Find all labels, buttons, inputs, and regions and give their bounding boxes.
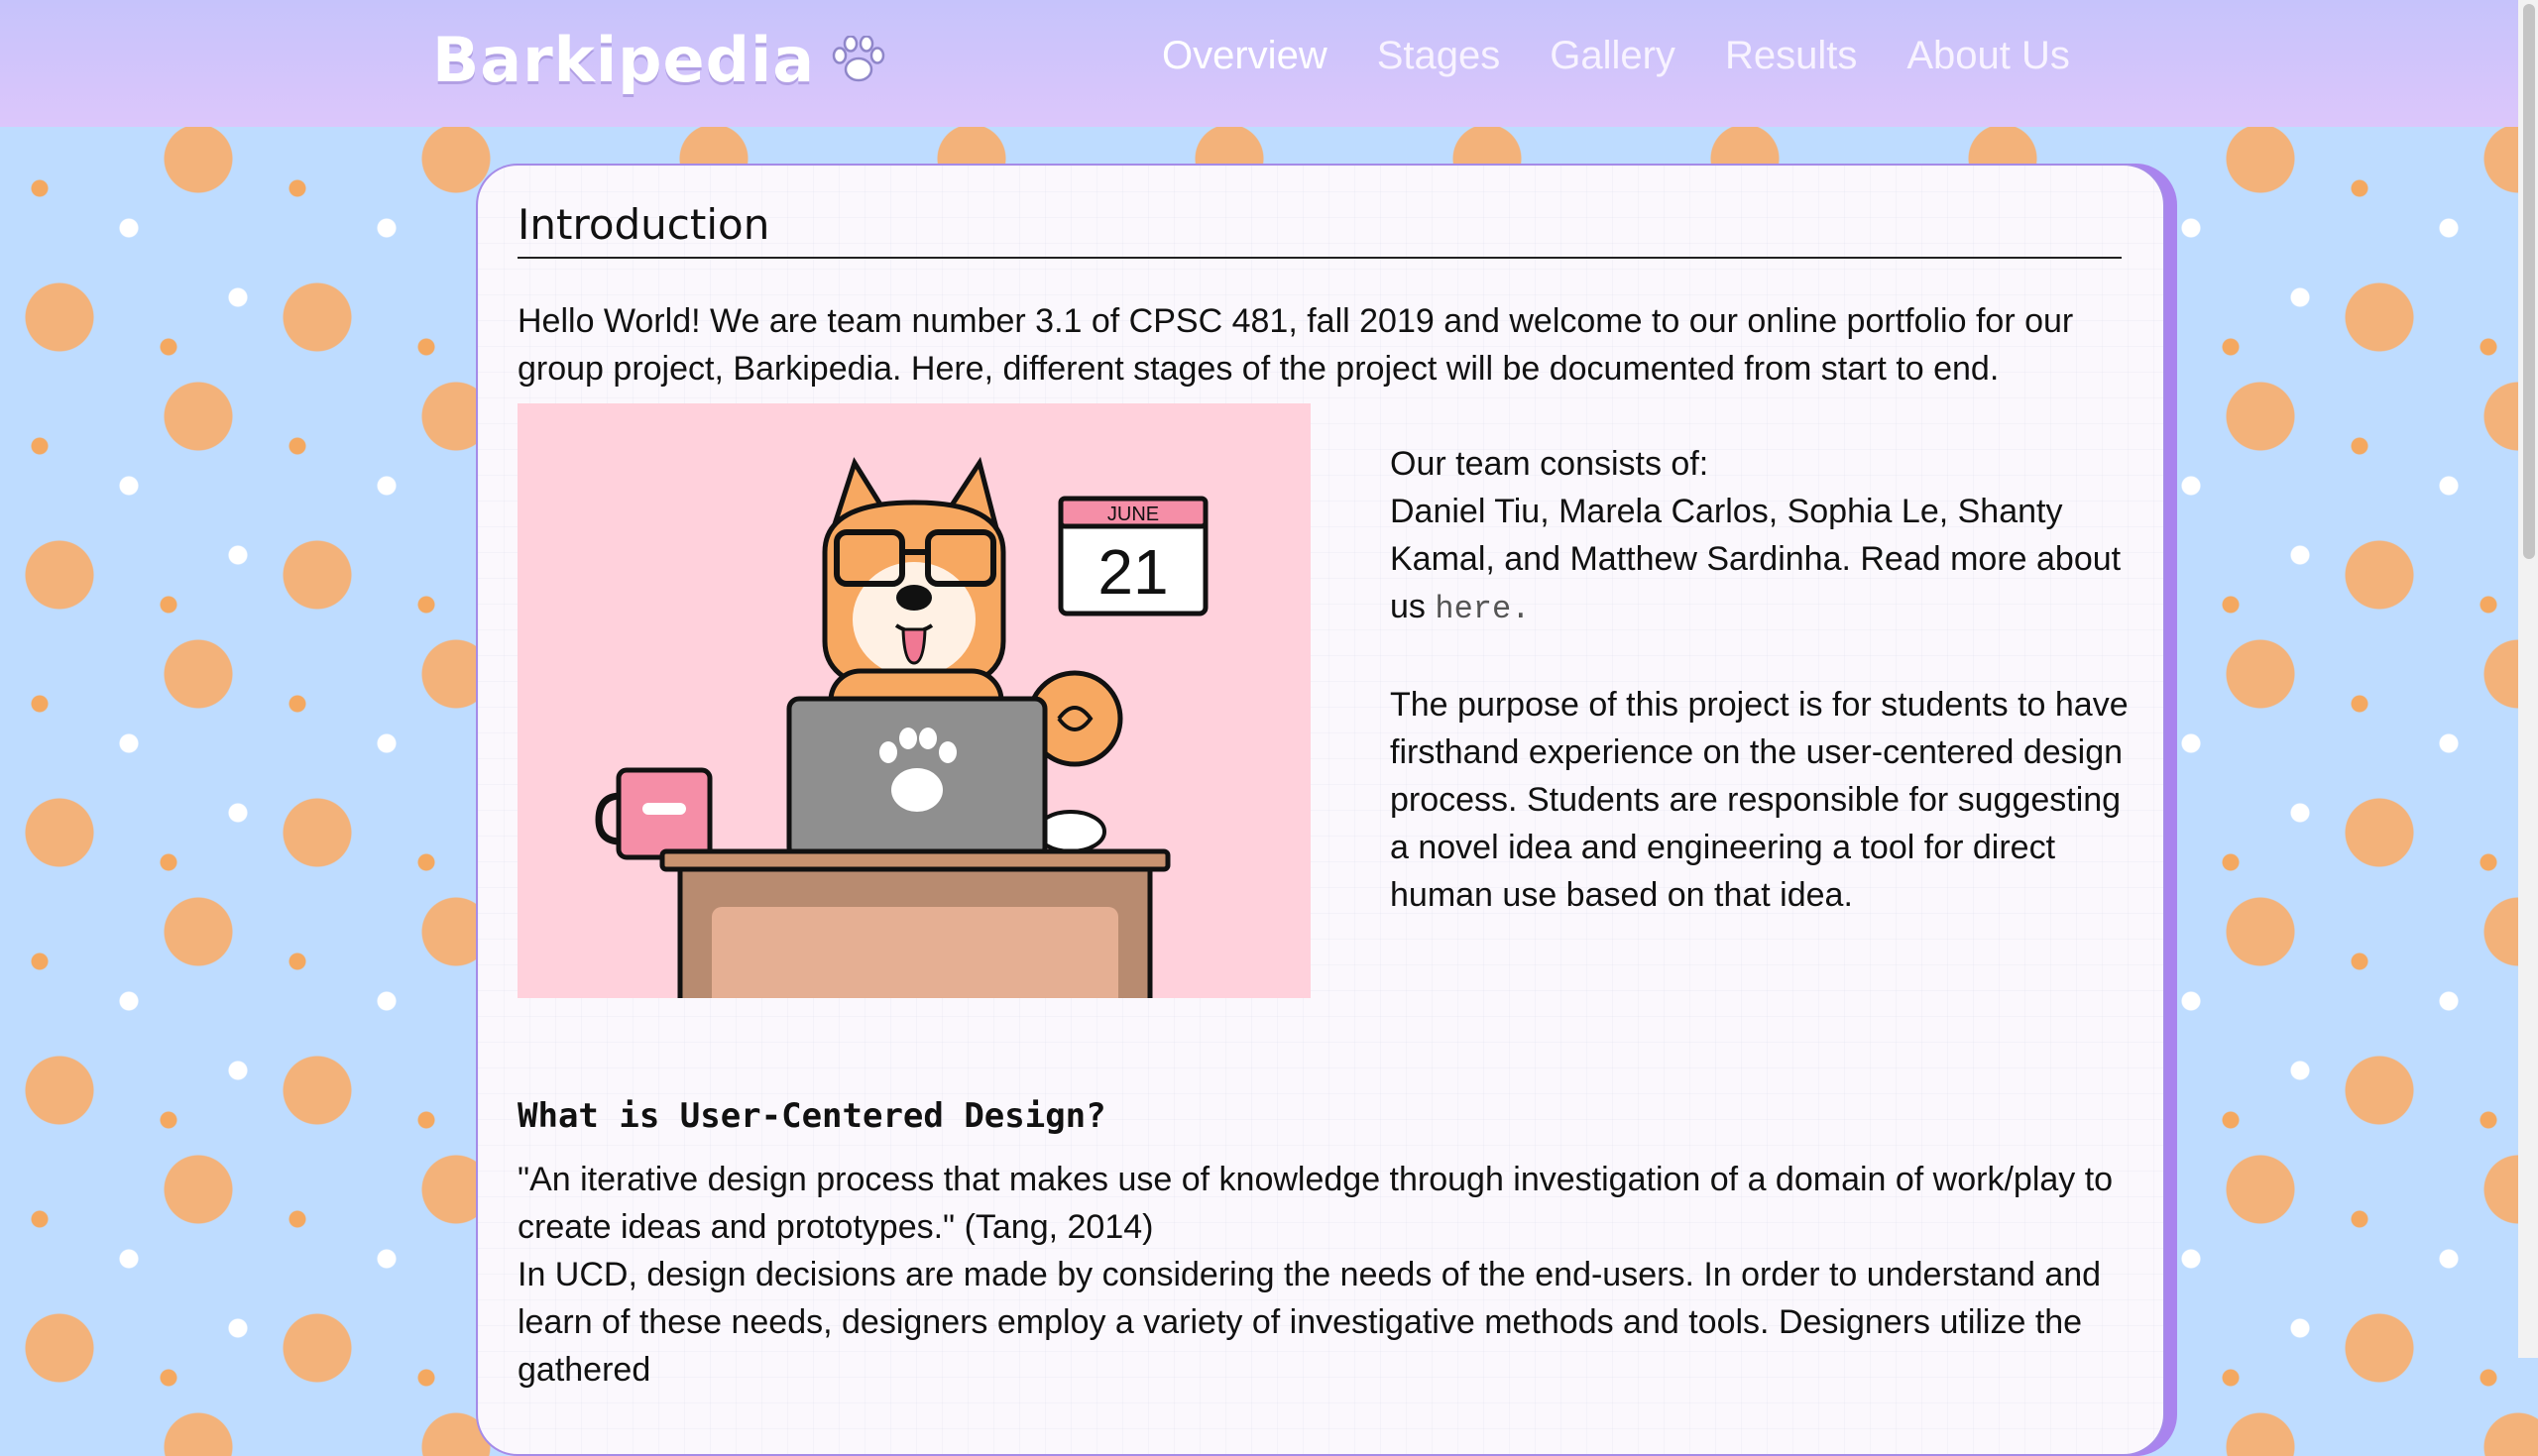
brand-title[interactable]: Barkipedia — [432, 24, 815, 96]
team-description: Our team consists of: Daniel Tiu, Marela… — [1390, 440, 2143, 919]
nav-overview[interactable]: Overview — [1162, 34, 1327, 78]
site-header: Barkipedia Overview Stages Gallery Resul… — [0, 0, 2518, 127]
scrollbar[interactable] — [2518, 0, 2538, 1358]
about-us-link[interactable]: here. — [1435, 591, 1530, 627]
main-nav: Overview Stages Gallery Results About Us — [1162, 34, 2070, 78]
content-card: Introduction Hello World! We are team nu… — [476, 164, 2165, 1456]
ucd-body: In UCD, design decisions are made by con… — [518, 1256, 2102, 1389]
nav-results[interactable]: Results — [1725, 34, 1857, 78]
intro-paragraph: Hello World! We are team number 3.1 of C… — [518, 302, 2074, 388]
nav-stages[interactable]: Stages — [1377, 34, 1501, 78]
team-intro: Our team consists of: — [1390, 445, 1709, 483]
ucd-heading: What is User-Centered Design? — [518, 1096, 1106, 1136]
scrollbar-thumb[interactable] — [2523, 4, 2535, 559]
calendar-month: JUNE — [1107, 504, 1159, 525]
brand[interactable]: Barkipedia — [432, 24, 886, 96]
team-members-paragraph: Daniel Tiu, Marela Carlos, Sophia Le, Sh… — [1390, 488, 2143, 633]
calendar-icon: JUNE 21 — [1058, 496, 1209, 616]
purpose-paragraph: The purpose of this project is for stude… — [1390, 686, 2129, 914]
nav-gallery[interactable]: Gallery — [1550, 34, 1675, 78]
ucd-quote: "An iterative design process that makes … — [518, 1161, 2114, 1246]
dog-laptop-illustration: JUNE 21 — [518, 403, 1311, 1011]
paw-icon — [831, 35, 886, 85]
laptop-icon — [786, 696, 1048, 860]
mug-icon — [595, 767, 713, 860]
calendar-day: 21 — [1097, 536, 1168, 608]
nav-about-us[interactable]: About Us — [1906, 34, 2070, 78]
section-title: Introduction — [518, 200, 2122, 259]
